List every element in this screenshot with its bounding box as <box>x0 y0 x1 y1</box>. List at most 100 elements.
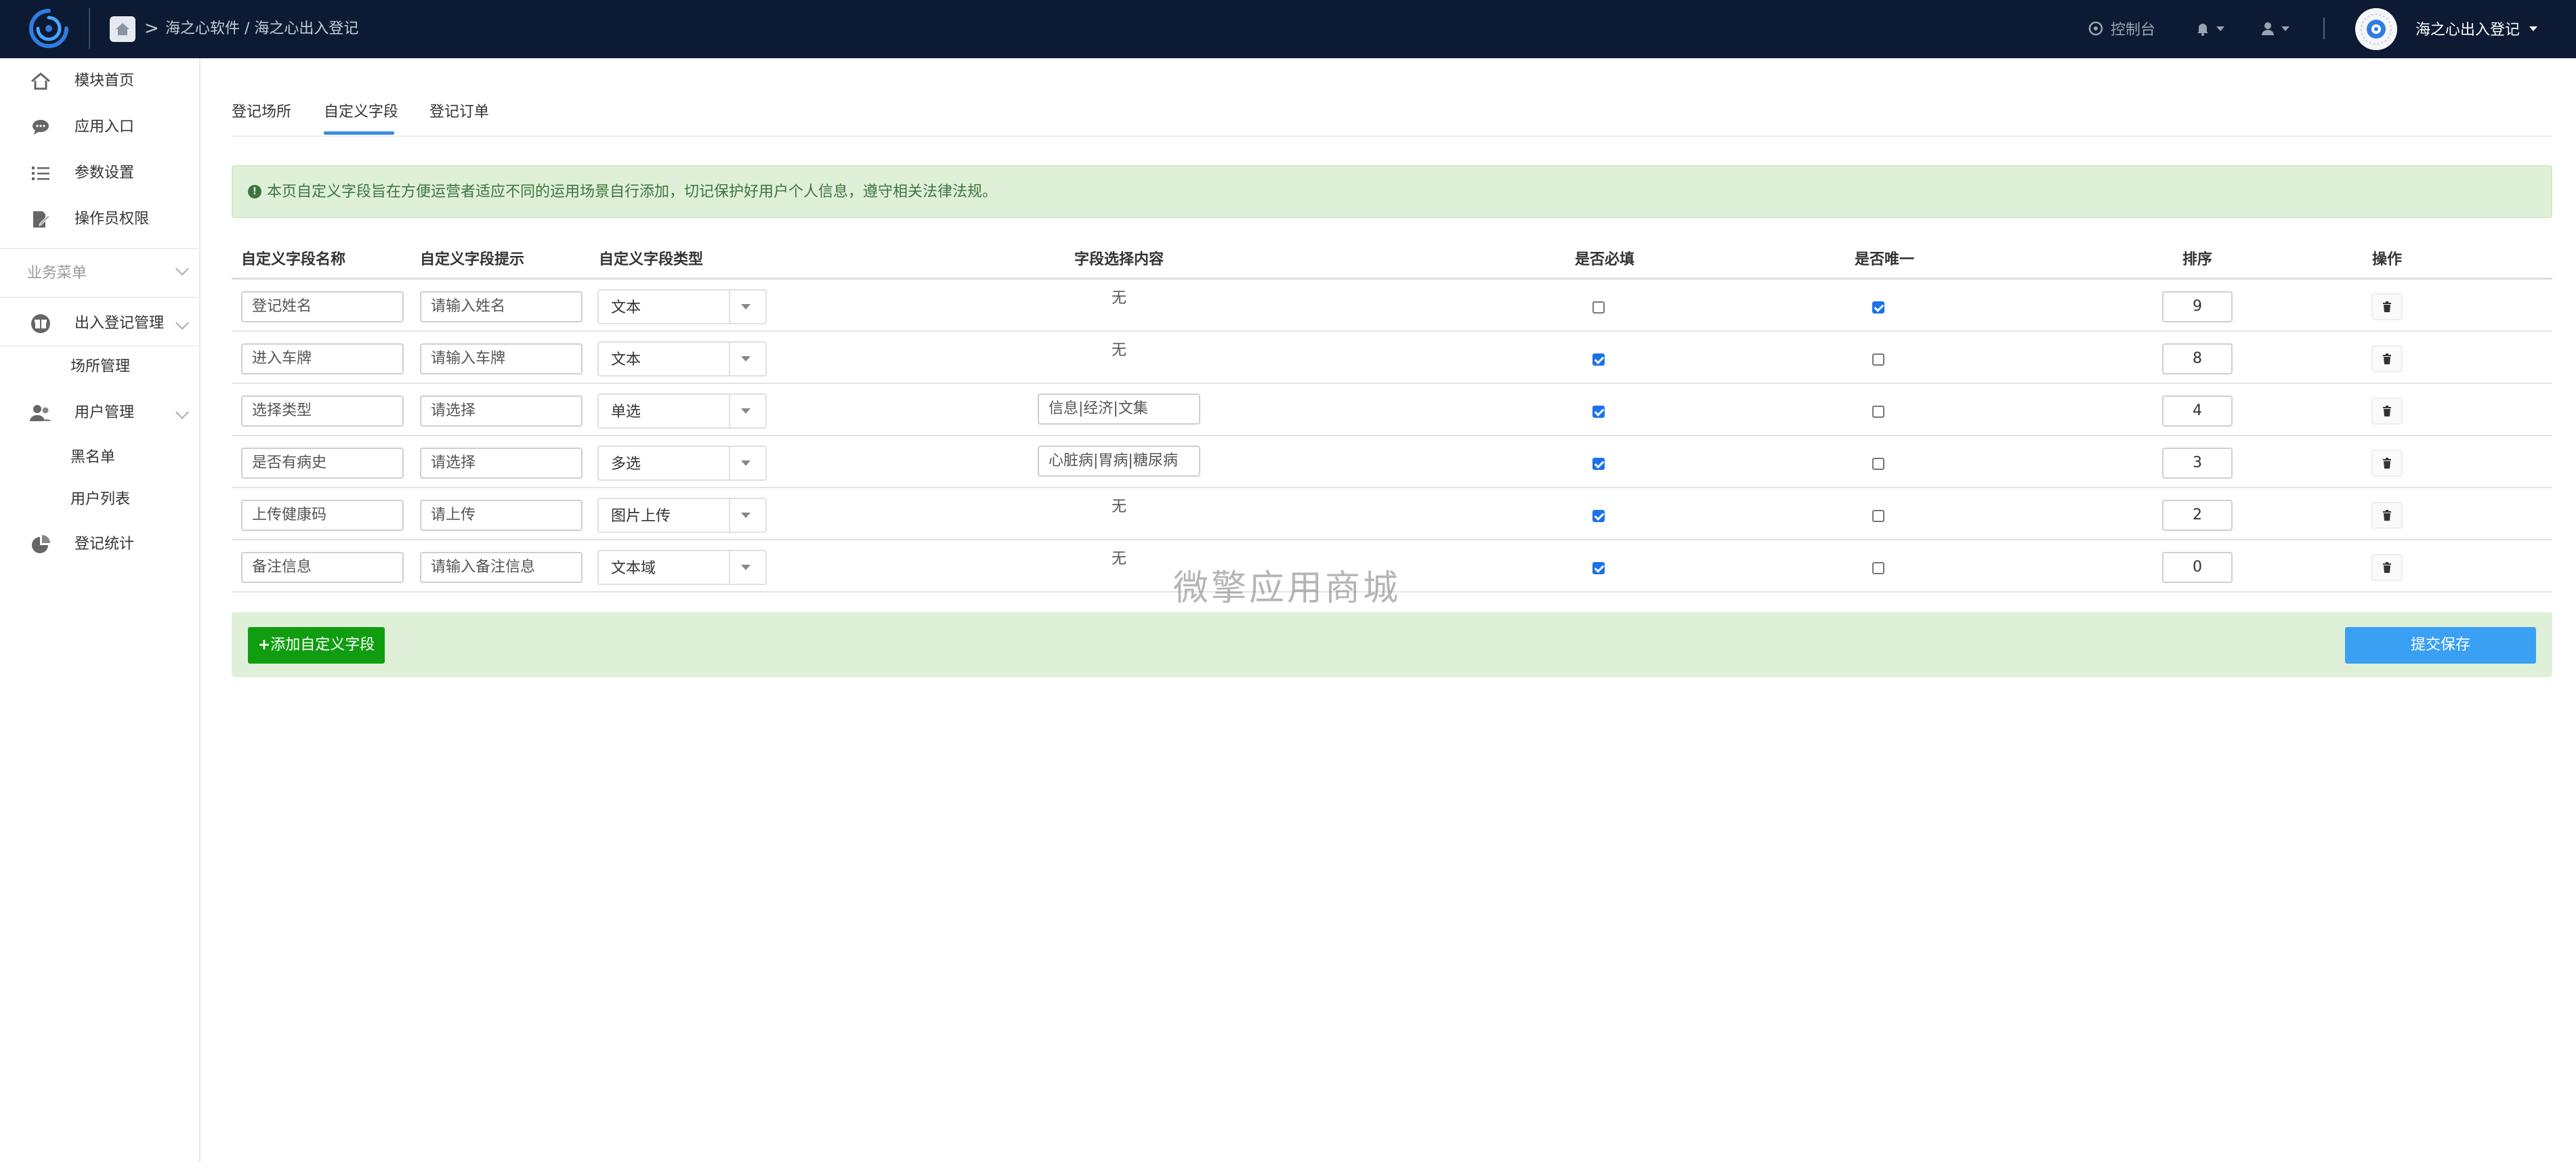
field-type-value: 图片上传 <box>611 508 671 525</box>
sidebar-item-statistics[interactable]: 登记统计 <box>0 524 200 565</box>
field-hint-input[interactable]: 请选择 <box>420 395 583 427</box>
sort-input[interactable]: 9 <box>2162 291 2233 322</box>
custom-fields-table: 自定义字段名称 自定义字段提示 自定义字段类型 字段选择内容 是否必填 是否唯一… <box>232 241 2552 593</box>
delete-button[interactable] <box>2371 554 2403 581</box>
delete-button[interactable] <box>2371 397 2403 425</box>
field-hint-input[interactable]: 请选择 <box>420 448 583 479</box>
sort-input[interactable]: 8 <box>2162 343 2233 374</box>
field-name-input[interactable]: 进入车牌 <box>241 343 404 374</box>
field-name-input[interactable]: 备注信息 <box>241 552 404 583</box>
required-checkbox[interactable] <box>1592 562 1605 574</box>
unique-checkbox[interactable] <box>1872 562 1884 574</box>
required-checkbox[interactable] <box>1592 353 1605 366</box>
sidebar-item-user-management[interactable]: 用户管理 <box>0 393 200 433</box>
sidebar-item-settings[interactable]: 参数设置 <box>0 153 200 194</box>
add-custom-field-button[interactable]: +添加自定义字段 <box>248 627 385 664</box>
select-divider <box>729 395 730 427</box>
sidebar-subitem-user-list[interactable]: 用户列表 <box>70 489 130 511</box>
sort-input[interactable]: 4 <box>2162 395 2233 427</box>
unique-checkbox[interactable] <box>1872 406 1884 418</box>
info-circle-icon: ! <box>248 185 261 198</box>
sort-input[interactable]: 2 <box>2162 500 2233 531</box>
field-name-input[interactable]: 登记姓名 <box>241 291 404 322</box>
required-checkbox[interactable] <box>1592 458 1605 470</box>
home-icon <box>30 70 51 92</box>
logo-icon[interactable] <box>27 7 70 50</box>
breadcrumb[interactable]: 海之心软件 / 海之心出入登记 <box>165 18 358 40</box>
field-hint-input[interactable]: 请上传 <box>420 500 583 531</box>
field-type-select[interactable]: 文本域 <box>597 550 767 585</box>
field-hint-input[interactable]: 请输入备注信息 <box>420 552 583 583</box>
chat-icon <box>30 116 51 138</box>
field-type-select[interactable]: 多选 <box>597 446 767 481</box>
field-options-empty: 无 <box>1111 342 1127 359</box>
column-header-field-name: 自定义字段名称 <box>241 251 346 268</box>
select-divider <box>729 290 730 323</box>
console-label: 控制台 <box>2111 22 2156 39</box>
field-options-empty: 无 <box>1111 290 1127 307</box>
user-menu-button[interactable] <box>2260 18 2289 39</box>
sidebar-divider <box>0 248 200 249</box>
field-type-select[interactable]: 文本 <box>597 289 767 324</box>
tab-bar: 登记场所 自定义字段 登记订单 <box>232 93 2552 137</box>
unique-checkbox[interactable] <box>1872 353 1884 366</box>
field-name-input[interactable]: 是否有病史 <box>241 448 404 479</box>
sidebar-subitem-blacklist[interactable]: 黑名单 <box>70 447 115 469</box>
submit-save-button[interactable]: 提交保存 <box>2345 627 2536 664</box>
section-collapse-button[interactable] <box>175 262 189 276</box>
delete-button[interactable] <box>2371 293 2403 320</box>
home-icon[interactable] <box>110 16 135 42</box>
tab-registration-venue[interactable]: 登记场所 <box>232 102 291 123</box>
users-icon <box>30 402 51 424</box>
column-header-actions: 操作 <box>2371 251 2403 268</box>
sort-input[interactable]: 3 <box>2162 448 2233 479</box>
delete-button[interactable] <box>2371 502 2403 529</box>
sidebar-item-operator-permissions[interactable]: 操作员权限 <box>0 199 200 240</box>
field-options-input[interactable]: 心脏病|胃病|糖尿病 <box>1038 446 1200 477</box>
field-type-select[interactable]: 文本 <box>597 341 767 376</box>
column-header-field-hint: 自定义字段提示 <box>420 251 525 268</box>
field-type-select[interactable]: 单选 <box>597 393 767 429</box>
field-type-value: 文本 <box>611 299 641 316</box>
unique-checkbox[interactable] <box>1872 458 1884 470</box>
tab-registration-orders[interactable]: 登记订单 <box>429 102 489 123</box>
avatar[interactable] <box>2355 8 2397 50</box>
field-name-input[interactable]: 上传健康码 <box>241 500 404 531</box>
sidebar-item-app-entry[interactable]: 应用入口 <box>0 107 200 148</box>
field-type-value: 文本域 <box>611 560 656 577</box>
top-bar: > 海之心软件 / 海之心出入登记 控制台 海之心出入登记 <box>0 0 2576 58</box>
caret-down-icon <box>741 304 751 309</box>
delete-button[interactable] <box>2371 450 2403 477</box>
trash-icon <box>2383 406 2391 416</box>
tab-custom-fields[interactable]: 自定义字段 <box>324 102 398 123</box>
console-link[interactable]: 控制台 <box>2088 18 2155 39</box>
field-hint-input[interactable]: 请输入车牌 <box>420 343 583 374</box>
trash-icon <box>2383 301 2391 312</box>
field-hint-input[interactable]: 请输入姓名 <box>420 291 583 322</box>
unique-checkbox[interactable] <box>1872 510 1884 522</box>
account-name: 海之心出入登记 <box>2415 22 2520 39</box>
chevron-down-icon <box>175 262 189 276</box>
select-divider <box>729 447 730 479</box>
field-type-select[interactable]: 图片上传 <box>597 498 767 533</box>
sidebar-divider <box>0 345 200 347</box>
sidebar-item-label: 应用入口 <box>75 119 135 135</box>
required-checkbox[interactable] <box>1592 301 1605 314</box>
field-name-input[interactable]: 选择类型 <box>241 395 404 427</box>
sidebar-subitem-venue-management[interactable]: 场所管理 <box>70 356 130 378</box>
required-checkbox[interactable] <box>1592 406 1605 418</box>
sidebar-item-module-home[interactable]: 模块首页 <box>0 61 200 102</box>
sort-input[interactable]: 0 <box>2162 552 2233 583</box>
active-tab-indicator <box>324 131 394 135</box>
caret-down-icon <box>741 513 751 518</box>
delete-button[interactable] <box>2371 345 2403 372</box>
required-checkbox[interactable] <box>1592 510 1605 522</box>
unique-checkbox[interactable] <box>1872 301 1884 314</box>
sidebar-item-entry-management[interactable]: 出入登记管理 <box>0 303 200 344</box>
account-menu[interactable]: 海之心出入登记 <box>2415 18 2538 39</box>
table-row: 备注信息 请输入备注信息 文本域 无 0 <box>232 540 2552 593</box>
sidebar-section-title: 业务菜单 <box>27 265 87 282</box>
column-header-field-options: 字段选择内容 <box>1074 251 1164 268</box>
notifications-button[interactable] <box>2195 18 2224 39</box>
field-options-input[interactable]: 信息|经济|文集 <box>1038 393 1200 425</box>
